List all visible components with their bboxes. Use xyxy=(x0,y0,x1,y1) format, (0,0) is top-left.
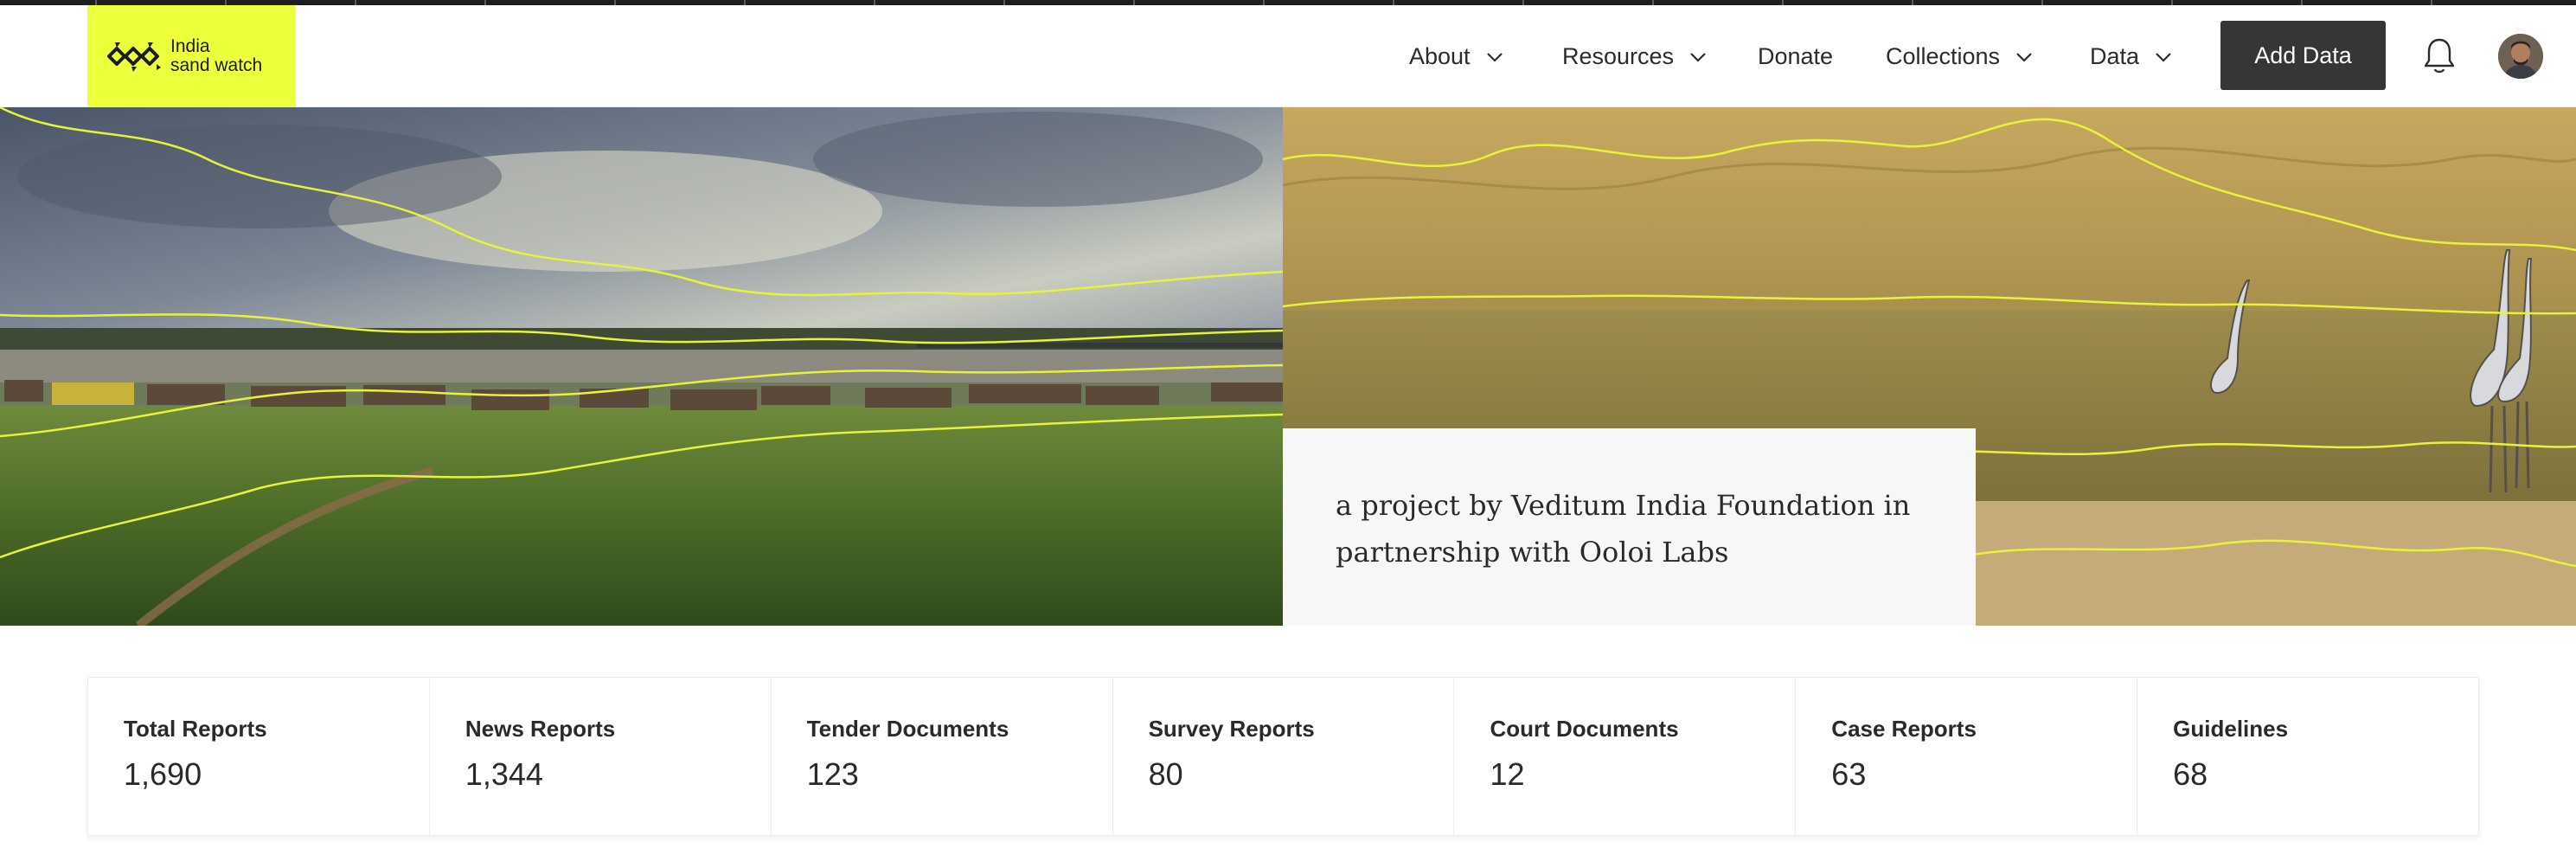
chevron-down-icon xyxy=(2156,53,2171,62)
stat-case-reports[interactable]: Case Reports 63 xyxy=(1796,678,2138,835)
nav-data[interactable]: Data xyxy=(2090,5,2172,107)
nav-resources-label: Resources xyxy=(1562,42,1675,69)
stat-value: 80 xyxy=(1148,756,1183,792)
report-stats: Total Reports 1,690 News Reports 1,344 T… xyxy=(87,677,2479,836)
logo-line-1: India xyxy=(170,36,210,56)
user-avatar[interactable] xyxy=(2498,34,2543,79)
chevron-down-icon xyxy=(1690,53,1706,62)
stat-value: 63 xyxy=(1831,756,1867,792)
hero-image-river-trucks xyxy=(0,107,1283,626)
nav-data-label: Data xyxy=(2090,42,2140,69)
logo-line-2: sand watch xyxy=(170,55,263,75)
stat-value: 1,344 xyxy=(465,756,543,792)
hero-caption: a project by Veditum India Foundation in… xyxy=(1283,428,1976,626)
nav-about[interactable]: About xyxy=(1409,5,1503,107)
stat-label: Survey Reports xyxy=(1148,716,1315,742)
nav-donate[interactable]: Donate xyxy=(1758,5,1833,107)
site-header: India sand watch About Resources Donate … xyxy=(0,5,2576,107)
hero-caption-text: a project by Veditum India Foundation in… xyxy=(1336,489,1911,569)
stat-news-reports[interactable]: News Reports 1,344 xyxy=(430,678,772,835)
site-logo[interactable]: India sand watch xyxy=(87,5,296,107)
add-data-button[interactable]: Add Data xyxy=(2220,21,2386,90)
stat-value: 12 xyxy=(1490,756,1525,792)
stat-total-reports[interactable]: Total Reports 1,690 xyxy=(88,678,430,835)
nav-resources[interactable]: Resources xyxy=(1562,5,1707,107)
stat-value: 123 xyxy=(806,756,859,792)
avatar-image xyxy=(2498,34,2543,79)
stat-court-documents[interactable]: Court Documents 12 xyxy=(1454,678,1797,835)
stat-label: Case Reports xyxy=(1831,716,1977,742)
stat-label: Guidelines xyxy=(2173,716,2289,742)
stat-value: 1,690 xyxy=(124,756,202,792)
chevron-down-icon xyxy=(1486,53,1503,62)
nav-donate-label: Donate xyxy=(1758,42,1834,69)
logo-mark-icon xyxy=(107,42,161,72)
nav-collections-label: Collections xyxy=(1886,42,2001,69)
stat-survey-reports[interactable]: Survey Reports 80 xyxy=(1113,678,1455,835)
logo-text: India sand watch xyxy=(170,37,262,75)
stat-tender-documents[interactable]: Tender Documents 123 xyxy=(772,678,1113,835)
stat-label: Tender Documents xyxy=(806,716,1009,742)
stat-value: 68 xyxy=(2173,756,2208,792)
bell-icon[interactable] xyxy=(2422,36,2457,76)
stat-label: News Reports xyxy=(465,716,616,742)
stat-guidelines[interactable]: Guidelines 68 xyxy=(2137,678,2478,835)
nav-about-label: About xyxy=(1409,42,1471,69)
stat-label: Total Reports xyxy=(124,716,267,742)
nav-collections[interactable]: Collections xyxy=(1886,5,2033,107)
stat-label: Court Documents xyxy=(1490,716,1679,742)
chevron-down-icon xyxy=(2016,53,2032,62)
